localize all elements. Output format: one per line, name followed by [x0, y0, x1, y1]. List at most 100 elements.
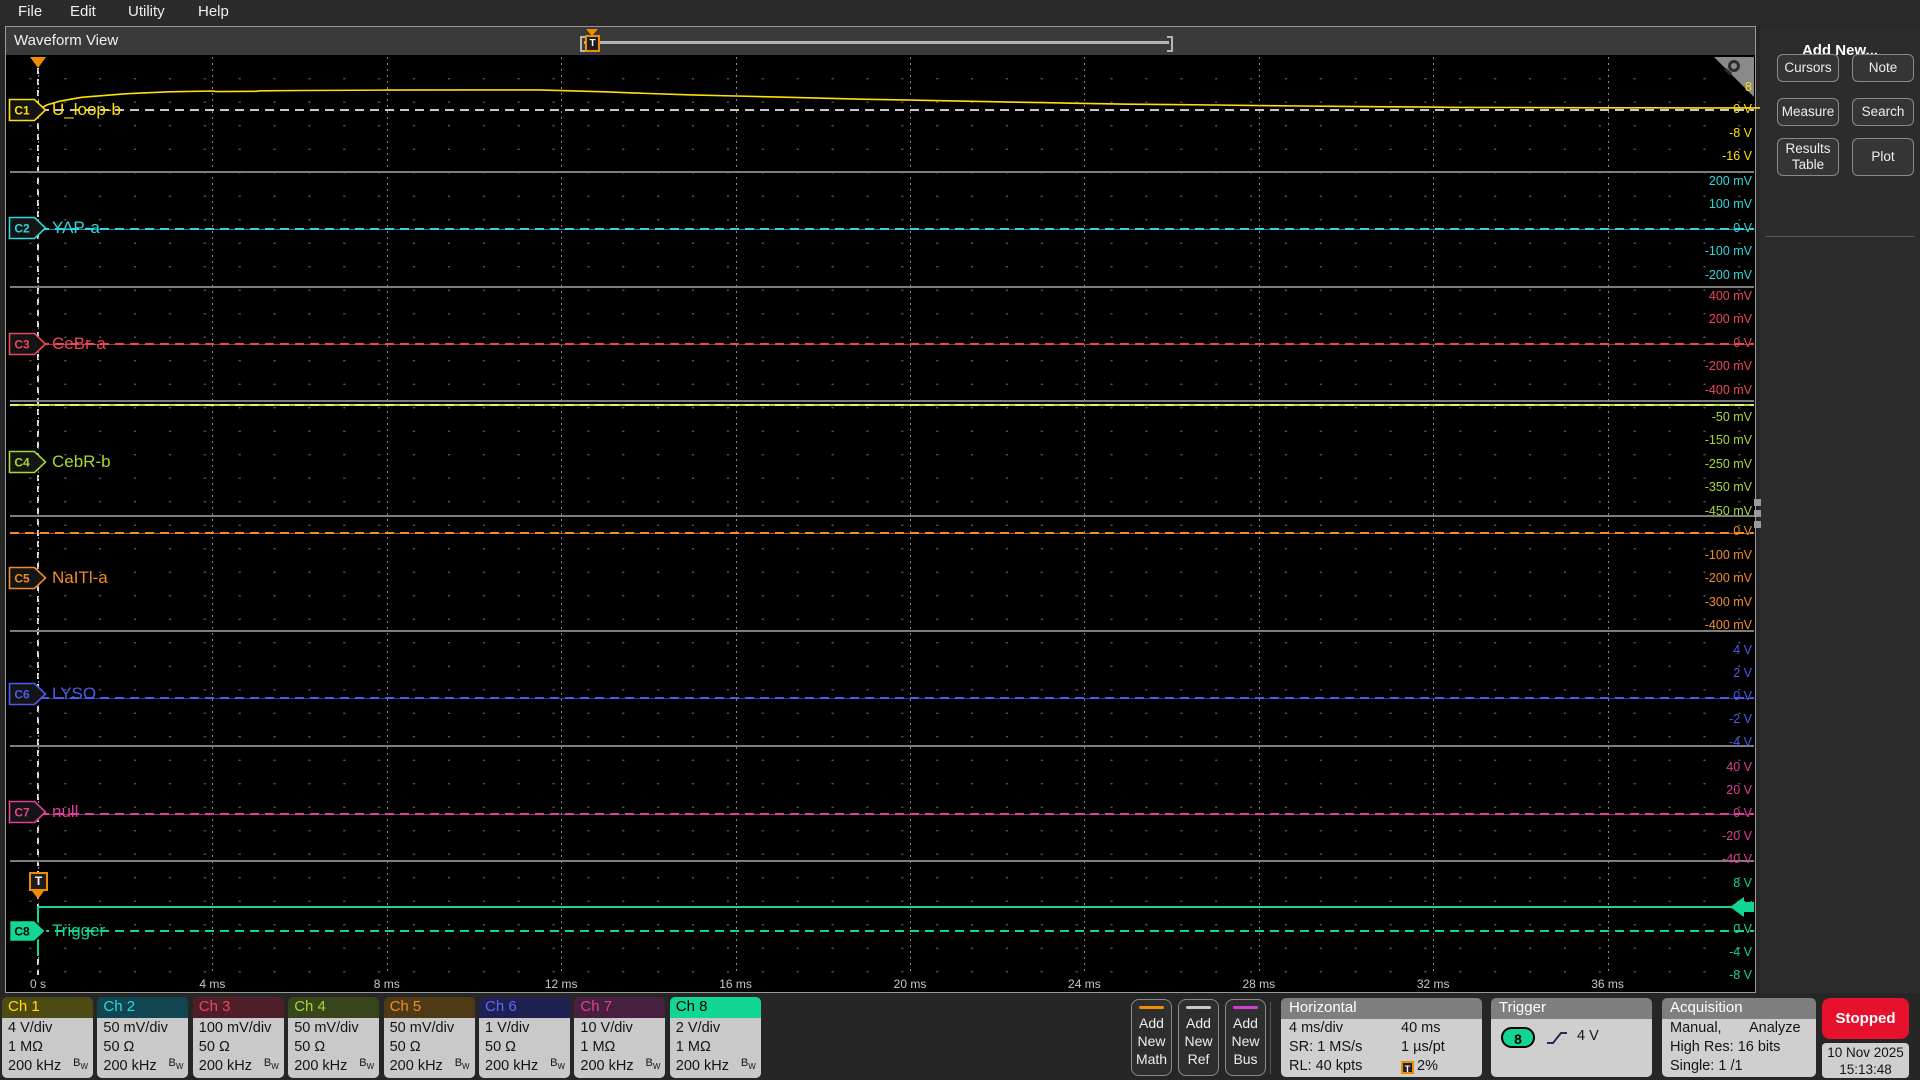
- panel-divider: [1766, 236, 1914, 237]
- channel-label-c7[interactable]: null: [52, 802, 78, 822]
- add-new-results-table-button[interactable]: Results Table: [1777, 138, 1839, 176]
- scroll-bracket-right[interactable]: [1167, 36, 1173, 52]
- scale-tick-label: 200 mV: [1682, 174, 1752, 188]
- acquisition-panel-body: Manual, Analyze High Res: 16 bits Single…: [1662, 1019, 1816, 1077]
- channel-badge-c5[interactable]: C5: [8, 566, 48, 590]
- horizontal-window: 40 ms: [1401, 1020, 1441, 1036]
- trigger-panel[interactable]: Trigger 8 4 V: [1491, 998, 1652, 1077]
- panel-drag-handle[interactable]: [1754, 495, 1761, 532]
- channel-badge-c7[interactable]: C7: [8, 800, 48, 824]
- scale-tick-label: 2 V: [1682, 666, 1752, 680]
- horizontal-panel-title: Horizontal: [1281, 998, 1482, 1019]
- scale-tick-label: -400 mV: [1682, 618, 1752, 632]
- channel-settings-7[interactable]: Ch 710 V/div 1 MΩ 200 kHz BW: [574, 997, 665, 1078]
- trigger-level: 4 V: [1577, 1028, 1599, 1044]
- scale-tick-label: 20 V: [1682, 783, 1752, 797]
- record-length: RL: 40 kpts: [1289, 1058, 1362, 1074]
- time-axis-label: 28 ms: [1242, 977, 1275, 991]
- waveform-zero-line: [10, 532, 1754, 534]
- trigger-point-marker[interactable]: T: [29, 872, 48, 891]
- add-new-cursors-button[interactable]: Cursors: [1777, 54, 1839, 82]
- channel-settings-header: Ch 1: [2, 997, 93, 1018]
- channel-settings-4[interactable]: Ch 450 mV/div 50 Ω 200 kHz BW: [288, 997, 379, 1078]
- grid-major-line: [1608, 57, 1609, 975]
- add-new-plot-button[interactable]: Plot: [1852, 138, 1914, 176]
- run-stop-button[interactable]: Stopped: [1822, 998, 1909, 1039]
- channel-badge-c4[interactable]: C4: [8, 450, 48, 474]
- trigger-top-marker[interactable]: [30, 57, 46, 68]
- horizontal-panel[interactable]: Horizontal 4 ms/div 40 ms SR: 1 MS/s 1 µ…: [1281, 998, 1482, 1077]
- date: 10 Nov 2025: [1822, 1044, 1909, 1061]
- bandwidth-limit-icon: BW: [645, 1054, 660, 1076]
- channel-scale: 10 V/div: [580, 1019, 665, 1038]
- menu-help[interactable]: Help: [198, 3, 229, 20]
- channel-settings-2[interactable]: Ch 250 mV/div 50 Ω 200 kHz BW: [97, 997, 188, 1078]
- channel-badge-c6[interactable]: C6: [8, 682, 48, 706]
- time-axis-label: 0 s: [30, 977, 46, 991]
- scale-tick-label: -250 mV: [1682, 457, 1752, 471]
- channel-scale: 4 V/div: [8, 1019, 93, 1038]
- menu-utility[interactable]: Utility: [128, 3, 165, 20]
- channel-settings-5[interactable]: Ch 550 mV/div 50 Ω 200 kHz BW: [384, 997, 475, 1078]
- time-axis-label: 8 ms: [374, 977, 400, 991]
- scale-tick-label: 400 mV: [1682, 289, 1752, 303]
- scroll-bar[interactable]: [584, 41, 1169, 44]
- channel-label-c4[interactable]: CebR-b: [52, 452, 111, 472]
- add-new-note-button[interactable]: Note: [1852, 54, 1914, 82]
- button-color-bar: [1139, 1006, 1164, 1009]
- grid-major-line: [1433, 57, 1434, 975]
- grid-major-line: [212, 57, 213, 975]
- button-color-bar: [1186, 1006, 1211, 1009]
- bandwidth-limit-icon: BW: [455, 1054, 470, 1076]
- channel-label-c8[interactable]: Trigger: [52, 921, 105, 941]
- add-new-math-button[interactable]: AddNewMath: [1131, 999, 1172, 1076]
- horizontal-scale: 4 ms/div: [1289, 1020, 1343, 1036]
- channel-badge-c8[interactable]: C8: [8, 919, 48, 943]
- trigger-position-readout: T2%: [1401, 1058, 1438, 1074]
- channel-badge-c1[interactable]: C1: [8, 98, 48, 122]
- scale-tick-label: -50 mV: [1682, 410, 1752, 424]
- scale-tick-label: -16 V: [1682, 149, 1752, 163]
- scale-tick-label: 200 mV: [1682, 312, 1752, 326]
- button-color-bar: [1233, 1006, 1258, 1009]
- scale-tick-label: 100 mV: [1682, 197, 1752, 211]
- channel-badge-c3[interactable]: C3: [8, 332, 48, 356]
- svg-text:C7: C7: [14, 806, 30, 820]
- datetime-display: 10 Nov 2025 15:13:48: [1822, 1043, 1909, 1078]
- channel-settings-6[interactable]: Ch 61 V/div 50 Ω 200 kHz BW: [479, 997, 570, 1078]
- add-new-bus-button[interactable]: AddNewBus: [1225, 999, 1266, 1076]
- channel-settings-8[interactable]: Ch 82 V/div 1 MΩ 200 kHz BW: [670, 997, 761, 1078]
- scale-tick-label: -20 V: [1682, 829, 1752, 843]
- titlebar-trigger-marker[interactable]: T: [585, 35, 600, 52]
- slice-divider: [10, 400, 1754, 402]
- add-new-measure-button[interactable]: Measure: [1777, 98, 1839, 126]
- channel-label-c3[interactable]: CeBr-a: [52, 334, 106, 354]
- acquisition-panel-title: Acquisition: [1662, 998, 1816, 1019]
- channel-label-c1[interactable]: U_loop-b: [52, 100, 121, 120]
- channel-badge-c2[interactable]: C2: [8, 216, 48, 240]
- acquisition-panel[interactable]: Acquisition Manual, Analyze High Res: 16…: [1662, 998, 1816, 1077]
- bandwidth-limit-icon: BW: [741, 1054, 756, 1076]
- grid-major-line: [1259, 57, 1260, 975]
- trigger-source-badge: 8: [1501, 1027, 1535, 1048]
- resolution: 1 µs/pt: [1401, 1039, 1445, 1055]
- add-new-search-button[interactable]: Search: [1852, 98, 1914, 126]
- add-new-ref-button[interactable]: AddNewRef: [1178, 999, 1219, 1076]
- channel-settings-1[interactable]: Ch 14 V/div 1 MΩ 200 kHz BW: [2, 997, 93, 1078]
- channel-settings-body: 50 mV/div 50 Ω 200 kHz BW: [384, 1018, 475, 1078]
- grid-major-line: [387, 57, 388, 975]
- trigger-level-arrow[interactable]: [1730, 897, 1744, 917]
- channel-label-c2[interactable]: YAP-a: [52, 218, 100, 238]
- bandwidth-limit-icon: BW: [73, 1054, 88, 1076]
- slice-divider: [10, 745, 1754, 747]
- scale-tick-label: -200 mV: [1682, 571, 1752, 585]
- acq-single: Single: 1 /1: [1670, 1058, 1743, 1074]
- menu-edit[interactable]: Edit: [70, 3, 96, 20]
- channel-settings-header: Ch 8: [670, 997, 761, 1018]
- trigger-panel-title: Trigger: [1491, 998, 1652, 1019]
- menu-file[interactable]: File: [18, 3, 42, 20]
- channel-settings-3[interactable]: Ch 3100 mV/div 50 Ω 200 kHz BW: [193, 997, 284, 1078]
- channel-label-c5[interactable]: NaITl-a: [52, 568, 108, 588]
- bandwidth-limit-icon: BW: [264, 1054, 279, 1076]
- channel-label-c6[interactable]: LYSO: [52, 684, 96, 704]
